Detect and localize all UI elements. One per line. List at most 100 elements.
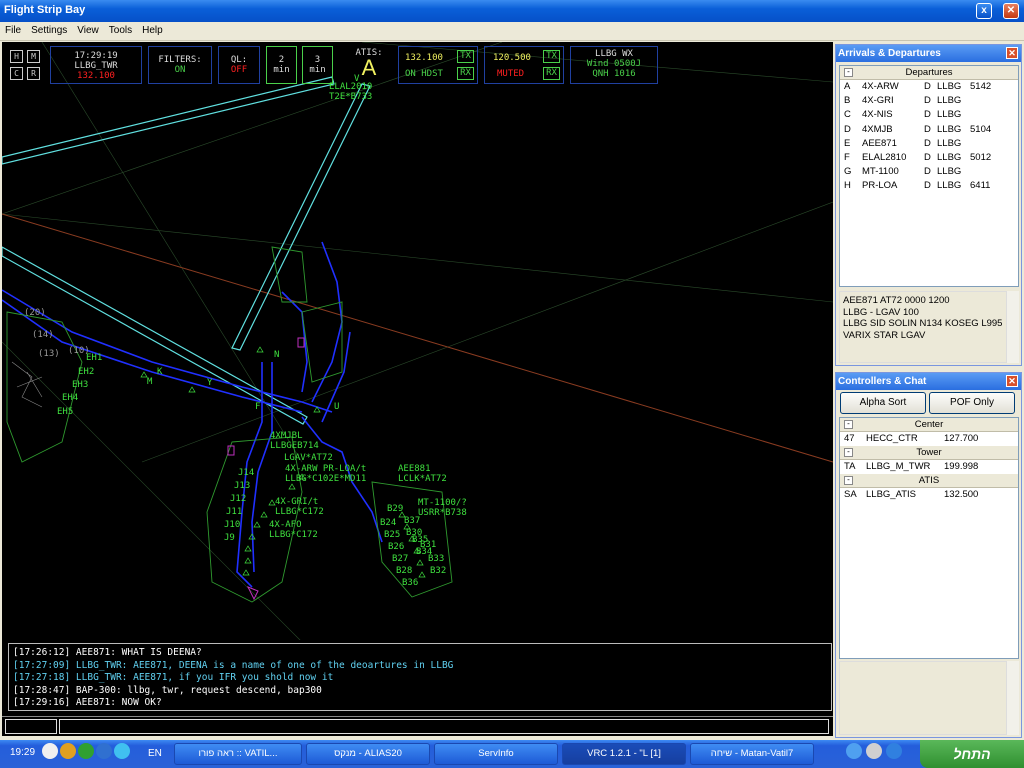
controller-group-header[interactable]: - ATIS (840, 474, 1018, 489)
h-button[interactable]: H (10, 50, 23, 63)
taskbar: 19:29 EN ראה פורו :: VATIL... מנקס - ALI… (0, 740, 1024, 768)
controller-row[interactable]: 47 HECC_CTR 127.700 (840, 432, 1018, 446)
taxiway-label: J10 (224, 520, 241, 530)
detail-scrollbar[interactable] (1006, 291, 1019, 363)
tag-line2: LLBG*C172 (269, 530, 318, 540)
radar-scope[interactable]: H M C R 17:29:19 LLBG_TWR 132.100 FILTER… (2, 42, 833, 640)
collapse-icon[interactable]: - (844, 448, 853, 458)
aircraft-tag-4x-arw[interactable]: 4X-ARW PR-LOA/t LLBG*C102E*MD11 (285, 464, 366, 484)
flight-detail-line: LLBG - LGAV 100 (843, 306, 919, 318)
flight-callsign: 4X-NIS (862, 109, 893, 121)
quicklaunch-icon[interactable] (886, 743, 902, 759)
flight-row[interactable]: E AEE871 D LLBG (840, 137, 1018, 151)
controllers-list[interactable]: - Center 47 HECC_CTR 127.700 - Tower TA LLBG_M_T… (839, 417, 1019, 659)
com2-tx-button[interactable]: TX (543, 50, 560, 63)
flight-row[interactable]: H PR-LOA D LLBG 6411 (840, 179, 1018, 193)
minimize-button[interactable]: x (976, 3, 992, 19)
menu-help[interactable]: Help (137, 22, 168, 36)
flight-detail-line: VARIX STAR LGAV (843, 329, 926, 341)
task-servinfo[interactable]: ServInfo (434, 743, 558, 765)
tray-icon[interactable] (114, 743, 130, 759)
pof-only-button[interactable]: POF Only (929, 392, 1015, 414)
controller-id: TA (844, 461, 856, 473)
command-prefix-box[interactable] (5, 719, 57, 734)
flight-row[interactable]: C 4X-NIS D LLBG (840, 108, 1018, 122)
controllers-close-icon[interactable]: ✕ (1006, 375, 1018, 387)
flight-row[interactable]: G MT-1100 D LLBG (840, 165, 1018, 179)
quicklaunch-icon[interactable] (866, 743, 882, 759)
collapse-icon[interactable]: - (844, 476, 853, 486)
menu-file[interactable]: File (0, 22, 26, 36)
tray-icon[interactable] (60, 743, 76, 759)
r-button[interactable]: R (27, 67, 40, 80)
timer-3min-button[interactable]: 3 min (302, 46, 333, 84)
menu-tools[interactable]: Tools (104, 22, 137, 36)
atis-letter: A (361, 55, 377, 80)
menu-settings[interactable]: Settings (26, 22, 72, 36)
filters-box[interactable]: FILTERS: ON (148, 46, 212, 84)
chat-log[interactable]: [17:26:12] AEE871: WHAT IS DEENA? [17:27:… (8, 643, 832, 711)
c-button[interactable]: C (10, 67, 23, 80)
ql-box[interactable]: QL: OFF (218, 46, 260, 84)
flight-origin: LLBG (937, 109, 962, 121)
tray-icon[interactable] (96, 743, 112, 759)
atis-box[interactable]: ATIS: A (344, 46, 394, 84)
controller-group-header[interactable]: - Center (840, 418, 1018, 432)
task-chat[interactable]: שיחה - Matan-Vatil7 (690, 743, 814, 765)
controller-row[interactable]: SA LLBG_ATIS 132.500 (840, 488, 1018, 502)
aircraft-tag-4x-afo[interactable]: 4X-AFO LLBG*C172 (269, 520, 318, 540)
flight-list[interactable]: - Departures A 4X-ARW D LLBG 5142 B 4X-GRI D LLBG… (839, 65, 1019, 287)
quicklaunch-ie-icon[interactable] (846, 743, 862, 759)
flight-type: D (924, 166, 931, 178)
aircraft-tag-mt-1100[interactable]: MT-1100/? USRR*B738 (418, 498, 467, 518)
task-vrc[interactable]: VRC 1.2.1 - "L [1] (562, 743, 686, 765)
controller-group-header[interactable]: - Tower (840, 446, 1018, 461)
controller-row[interactable]: TA LLBG_M_TWR 199.998 (840, 460, 1018, 474)
departures-group-header[interactable]: - Departures (840, 66, 1018, 80)
flight-row[interactable]: F ELAL2810 D LLBG 5012 (840, 151, 1018, 165)
flight-callsign: 4X-GRI (862, 95, 894, 107)
taxiway-label: Y (207, 378, 213, 388)
flight-row[interactable]: A 4X-ARW D LLBG 5142 (840, 80, 1018, 94)
flight-callsign: PR-LOA (862, 180, 898, 192)
com1-rx-button[interactable]: RX (457, 67, 474, 80)
start-button[interactable]: התחל (920, 740, 1024, 768)
com2-status: MUTED (497, 69, 525, 79)
tray-icon[interactable] (78, 743, 94, 759)
tray-icon[interactable] (42, 743, 58, 759)
m-button[interactable]: M (27, 50, 40, 63)
flight-row[interactable]: D 4XMJB D LLBG 5104 (840, 123, 1018, 137)
tag-line2: LLBG*C102E*MD11 (285, 474, 367, 484)
language-indicator[interactable]: EN (148, 748, 162, 759)
close-button[interactable]: ✕ (1003, 3, 1019, 19)
arrdep-header: Arrivals & Departures ✕ (836, 45, 1021, 62)
aircraft-tag-aee881[interactable]: AEE881 LCLK*AT72 (398, 464, 447, 484)
alpha-sort-button[interactable]: Alpha Sort (840, 392, 926, 414)
taxiway-label: EH3 (72, 380, 89, 390)
timer-2min-button[interactable]: 2 min (266, 46, 297, 84)
collapse-icon[interactable]: - (844, 420, 853, 429)
controller-chat-box[interactable] (839, 661, 1007, 735)
taxiway-label: (14) (32, 330, 54, 340)
aircraft-tag-4x-gri[interactable]: 4X-GRI/t LLBG*C172 (275, 497, 324, 517)
com1-frequency: 132.100 (405, 53, 443, 63)
com2-rx-button[interactable]: RX (543, 67, 560, 80)
controller-chat-scrollbar[interactable] (1006, 661, 1019, 735)
primary-frequency: 132.100 (77, 71, 115, 81)
timer-2-value: 2 (278, 55, 285, 65)
collapse-icon[interactable]: - (844, 68, 853, 77)
taxiway-label: V (354, 74, 360, 84)
com1-tx-button[interactable]: TX (457, 50, 474, 63)
task-alias20[interactable]: מנקס - ALIAS20 (306, 743, 430, 765)
task-vatil-forum[interactable]: ראה פורו :: VATIL... (174, 743, 302, 765)
group-label: Departures (905, 67, 953, 78)
aircraft-tag-elal2010[interactable]: ELAL2010 T2E*B733 (329, 82, 372, 102)
menu-view[interactable]: View (72, 22, 104, 36)
aircraft-tag-lgav[interactable]: LGAV*AT72 (284, 453, 333, 463)
strip-letter: H (844, 180, 851, 192)
command-input[interactable] (59, 719, 829, 734)
weather-wind: Wind 0500J (586, 59, 642, 69)
aircraft-tag-4xmjb[interactable]: 4XMJBL LLBGEB714 (270, 431, 319, 451)
arrdep-close-icon[interactable]: ✕ (1006, 47, 1018, 59)
flight-row[interactable]: B 4X-GRI D LLBG (840, 94, 1018, 108)
